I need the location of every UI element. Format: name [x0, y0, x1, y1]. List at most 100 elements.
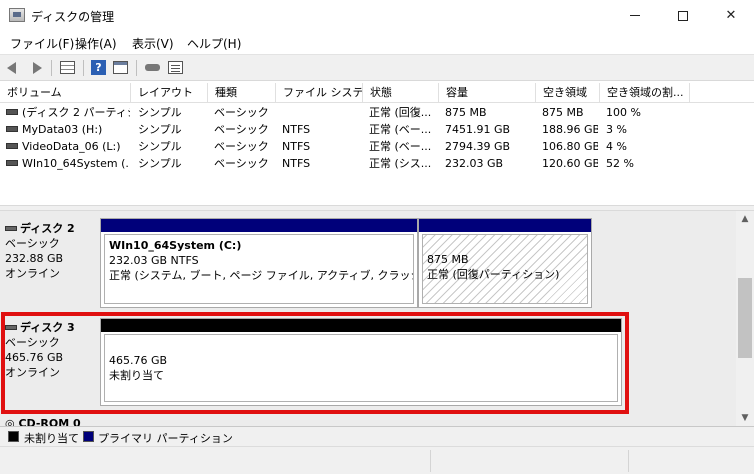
column-header-free-percent[interactable]: 空き領域の割...	[600, 83, 690, 103]
free-space-cell: 188.96 GB	[542, 123, 598, 136]
partition-system-c-title: WIn10_64System (C:)	[109, 239, 242, 252]
scroll-down-arrow-icon[interactable]: ▼	[736, 410, 754, 426]
disk-key-icon	[145, 64, 160, 71]
volume-name-cell: (ディスク 2 パーティシ...	[6, 104, 130, 121]
connect-disk-button[interactable]	[144, 59, 162, 77]
status-cell: 正常 (シス...	[369, 157, 432, 170]
column-header-volume[interactable]: ボリューム	[0, 83, 131, 103]
status-cell: 正常 (回復...	[369, 106, 432, 119]
free-space-cell: 106.80 GB	[542, 140, 598, 153]
disk-2-status: オンライン	[5, 267, 60, 280]
volume-name-cell: VideoData_06 (L:)	[6, 138, 130, 155]
type-cell: ベーシック	[214, 106, 269, 119]
type-cell: ベーシック	[214, 157, 269, 170]
status-cell: 正常 (ベー...	[369, 123, 432, 136]
free-space-cell: 120.60 GB	[542, 157, 598, 170]
filesystem-cell: NTFS	[282, 140, 311, 153]
status-bar-segment	[628, 450, 629, 472]
menu-view[interactable]: 表示(V)	[132, 35, 174, 52]
partition-recovery-details: 875 MB 正常 (回復パーティション)	[422, 234, 588, 304]
cdrom-0-name: CD-ROM 0	[18, 417, 81, 426]
volume-list-header: ボリューム レイアウト 種類 ファイル システム 状態 容量 空き領域 空き領域…	[0, 83, 754, 103]
volume-row[interactable]: WIn10_64System (... シンプル ベーシック NTFS 正常 (…	[0, 155, 754, 172]
free-percent-cell: 3 %	[606, 123, 627, 136]
volume-drive-icon	[6, 160, 18, 166]
volume-list: ボリューム レイアウト 種類 ファイル システム 状態 容量 空き領域 空き領域…	[0, 83, 754, 205]
status-bar-segment	[430, 450, 431, 472]
volume-drive-icon	[6, 126, 18, 132]
column-header-capacity[interactable]: 容量	[439, 83, 536, 103]
minimize-button[interactable]	[612, 0, 658, 31]
toolbar-separator	[51, 60, 52, 76]
layout-cell: シンプル	[138, 123, 182, 136]
disk-list-button[interactable]	[167, 59, 185, 77]
volume-row[interactable]: VideoData_06 (L:) シンプル ベーシック NTFS 正常 (ベー…	[0, 138, 754, 155]
column-header-status[interactable]: 状態	[363, 83, 439, 103]
column-header-free-space[interactable]: 空き領域	[536, 83, 600, 103]
disk-icon	[5, 225, 17, 231]
checklist-icon	[168, 61, 183, 74]
capacity-cell: 232.03 GB	[445, 157, 504, 170]
volume-drive-icon	[6, 143, 18, 149]
legend-swatch-unallocated	[8, 431, 19, 442]
back-arrow-icon	[7, 62, 16, 74]
status-cell: 正常 (ベー...	[369, 140, 432, 153]
window-title: ディスクの管理	[31, 10, 115, 24]
disk-2-label[interactable]: ディスク 2 ベーシック 232.88 GB オンライン	[5, 221, 95, 281]
type-cell: ベーシック	[214, 123, 269, 136]
cdrom-0-label[interactable]: ◎ CD-ROM 0	[5, 416, 95, 426]
show-hide-console-button[interactable]	[112, 59, 130, 77]
minimize-icon	[630, 15, 640, 16]
status-bar	[0, 446, 754, 474]
help-icon: ?	[91, 60, 106, 75]
partition-recovery[interactable]: 875 MB 正常 (回復パーティション)	[418, 218, 592, 308]
menu-help[interactable]: ヘルプ(H)	[187, 35, 241, 52]
volume-row[interactable]: (ディスク 2 パーティシ... シンプル ベーシック 正常 (回復... 87…	[0, 104, 754, 121]
partition-system-c-details: WIn10_64System (C:) 232.03 GB NTFS 正常 (シ…	[104, 234, 414, 304]
scroll-up-arrow-icon[interactable]: ▲	[736, 211, 754, 227]
column-header-type[interactable]: 種類	[208, 83, 276, 103]
console-window-icon	[113, 61, 128, 74]
disk-2-type: ベーシック	[5, 237, 60, 250]
disk-2-size: 232.88 GB	[5, 252, 64, 265]
scrollbar-thumb[interactable]	[738, 278, 752, 358]
legend-label-unallocated: 未割り当て	[24, 432, 79, 445]
close-button[interactable]: ✕	[708, 0, 754, 31]
disk-management-app-icon	[9, 8, 25, 22]
menu-action[interactable]: 操作(A)	[75, 35, 117, 52]
back-button[interactable]	[5, 59, 23, 77]
cdrom-icon: ◎	[5, 417, 15, 426]
capacity-cell: 7451.91 GB	[445, 123, 511, 136]
volume-row[interactable]: MyData03 (H:) シンプル ベーシック NTFS 正常 (ベー... …	[0, 121, 754, 138]
layout-cell: シンプル	[138, 140, 182, 153]
properties-grid-icon	[60, 61, 75, 74]
forward-arrow-icon	[33, 62, 42, 74]
partition-system-c-size: 232.03 GB NTFS	[109, 254, 199, 267]
volume-name-cell: MyData03 (H:)	[6, 121, 130, 138]
toolbar-separator	[83, 60, 84, 76]
column-header-layout[interactable]: レイアウト	[131, 83, 208, 103]
toolbar-separator	[136, 60, 137, 76]
help-button[interactable]: ?	[90, 59, 108, 77]
partition-system-c-status: 正常 (システム, ブート, ページ ファイル, アクティブ, クラッシュ ダン…	[109, 269, 413, 282]
disk-area-scrollbar[interactable]: ▲ ▼	[736, 211, 754, 426]
maximize-button[interactable]	[660, 0, 706, 31]
menu-file[interactable]: ファイル(F)	[10, 35, 74, 52]
partition-recovery-size: 875 MB	[427, 253, 469, 266]
filesystem-cell: NTFS	[282, 157, 311, 170]
layout-cell: シンプル	[138, 157, 182, 170]
free-percent-cell: 4 %	[606, 140, 627, 153]
forward-button[interactable]	[27, 59, 45, 77]
partition-recovery-status: 正常 (回復パーティション)	[427, 268, 560, 281]
legend-label-primary: プライマリ パーティション	[98, 432, 233, 445]
legend-bar: 未割り当て プライマリ パーティション	[0, 426, 754, 446]
properties-button[interactable]	[59, 59, 77, 77]
volume-name-cell: WIn10_64System (...	[6, 155, 130, 172]
partition-system-c[interactable]: WIn10_64System (C:) 232.03 GB NTFS 正常 (シ…	[100, 218, 418, 308]
menu-bar: ファイル(F) 操作(A) 表示(V) ヘルプ(H)	[0, 31, 754, 53]
title-bar: ディスクの管理 ✕	[0, 0, 754, 31]
legend-swatch-primary	[83, 431, 94, 442]
type-cell: ベーシック	[214, 140, 269, 153]
column-header-filesystem[interactable]: ファイル システム	[276, 83, 363, 103]
volume-drive-icon	[6, 109, 18, 115]
